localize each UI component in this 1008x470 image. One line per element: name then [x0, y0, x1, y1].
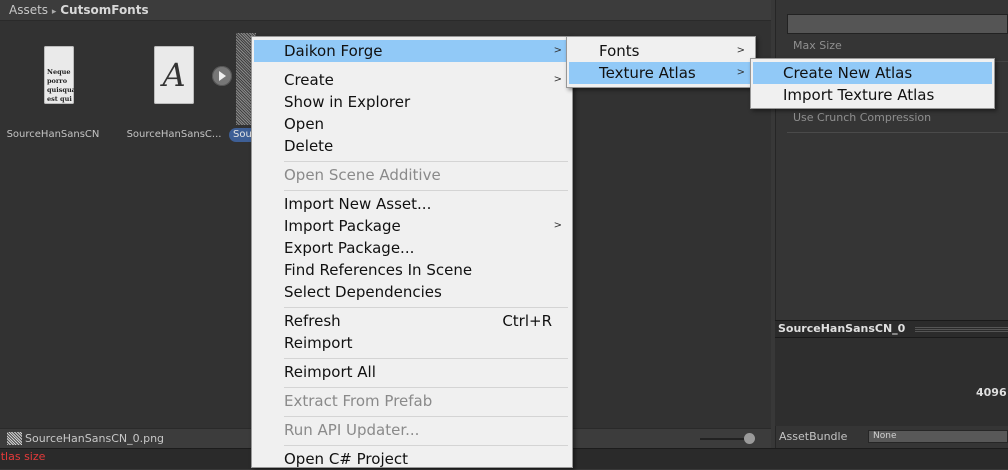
menu-item-extract-from-prefab: Extract From Prefab: [254, 390, 570, 412]
menu-separator: [284, 358, 568, 359]
asset-tile-font-1[interactable]: Neque porro quisquam est qui dolorem. So…: [7, 40, 99, 144]
breadcrumb-current[interactable]: CutsomFonts: [60, 3, 148, 17]
menu-item-label: Open: [284, 115, 325, 133]
texture-file-icon: [7, 432, 22, 445]
menu-item-find-references[interactable]: Find References In Scene: [254, 259, 570, 281]
texture-atlas-submenu: Create New Atlas Import Texture Atlas: [750, 58, 995, 109]
menu-item-open-csharp-project[interactable]: Open C# Project: [254, 448, 570, 470]
font-glyph-icon: A: [154, 46, 194, 104]
menu-item-label: Import New Asset...: [284, 195, 432, 213]
menu-item-import-new-asset[interactable]: Import New Asset...: [254, 193, 570, 215]
menu-separator: [284, 307, 568, 308]
daikon-forge-submenu: Fonts > Texture Atlas >: [566, 36, 756, 88]
menu-item-label: Open Scene Additive: [284, 166, 441, 184]
zoom-slider-thumb[interactable]: [744, 433, 755, 444]
font-preview-text: Neque porro quisquam est qui dolorem.: [47, 68, 74, 103]
menu-item-select-dependencies[interactable]: Select Dependencies: [254, 281, 570, 303]
asset-label: SourceHanSansC...: [126, 129, 222, 140]
menu-item-label: Reimport All: [284, 363, 376, 381]
menu-item-refresh[interactable]: Refresh Ctrl+R: [254, 310, 570, 332]
menu-item-daikon-forge[interactable]: Daikon Forge >: [254, 40, 570, 62]
assetbundle-label: AssetBundle: [779, 430, 848, 443]
menu-item-texture-atlas[interactable]: Texture Atlas >: [569, 62, 753, 84]
menu-item-label: Refresh: [284, 312, 341, 330]
menu-item-run-api-updater: Run API Updater...: [254, 419, 570, 441]
menu-item-create[interactable]: Create >: [254, 69, 570, 91]
menu-item-show-in-explorer[interactable]: Show in Explorer: [254, 91, 570, 113]
menu-item-label: Delete: [284, 137, 334, 155]
menu-item-label: Run API Updater...: [284, 421, 420, 439]
menu-separator: [284, 190, 568, 191]
font-glyph: A: [162, 56, 186, 94]
expand-arrow-icon[interactable]: [212, 66, 232, 86]
breadcrumb: Assets ▸ CutsomFonts: [0, 0, 771, 21]
preview-grip[interactable]: [915, 326, 1008, 332]
breadcrumb-separator-icon: ▸: [51, 7, 57, 17]
menu-item-create-new-atlas[interactable]: Create New Atlas: [753, 62, 992, 84]
menu-item-label: Reimport: [284, 334, 353, 352]
context-menu: Daikon Forge > Create > Show in Explorer O…: [251, 36, 573, 468]
preview-title: SourceHanSansCN_0: [778, 322, 906, 335]
menu-item-label: Create New Atlas: [783, 64, 913, 82]
asset-tile-font-2[interactable]: A SourceHanSansC...: [126, 40, 222, 144]
menu-item-label: Texture Atlas: [599, 64, 696, 82]
menu-item-label: Daikon Forge: [284, 42, 383, 60]
breadcrumb-root[interactable]: Assets: [9, 3, 48, 17]
zoom-slider-track[interactable]: [700, 438, 750, 440]
submenu-arrow-icon: >: [553, 74, 562, 85]
menu-item-fonts[interactable]: Fonts >: [569, 40, 753, 62]
menu-item-label: Extract From Prefab: [284, 392, 433, 410]
use-crunch-compression-label: Use Crunch Compression: [793, 111, 932, 124]
preview-area: [775, 338, 1008, 426]
menu-item-label: Open C# Project: [284, 450, 408, 468]
menu-item-label: Fonts: [599, 42, 640, 60]
status-message: atlas size: [0, 450, 46, 463]
menu-item-import-package[interactable]: Import Package >: [254, 215, 570, 237]
asset-label: SourceHanSansCN: [6, 129, 100, 140]
menu-item-open-scene-additive: Open Scene Additive: [254, 164, 570, 186]
submenu-arrow-icon: >: [553, 220, 562, 231]
preview-size-text: 4096: [976, 386, 1007, 399]
menu-item-label: Find References In Scene: [284, 261, 473, 279]
menu-item-label: Import Texture Atlas: [783, 86, 935, 104]
inspector-header-bar: [787, 14, 1008, 34]
menu-item-label: Show in Explorer: [284, 93, 411, 111]
menu-separator: [284, 161, 568, 162]
menu-item-reimport[interactable]: Reimport: [254, 332, 570, 354]
menu-item-label: Create: [284, 71, 334, 89]
menu-item-label: Export Package...: [284, 239, 415, 257]
preview-header: SourceHanSansCN_0: [775, 320, 1008, 338]
menu-separator: [284, 445, 568, 446]
menu-item-label: Select Dependencies: [284, 283, 442, 301]
menu-separator: [284, 387, 568, 388]
assetbundle-dropdown[interactable]: None: [868, 430, 1008, 443]
selected-file-name: SourceHanSansCN_0.png: [25, 432, 165, 445]
menu-item-delete[interactable]: Delete: [254, 135, 570, 157]
menu-item-shortcut: Ctrl+R: [502, 312, 552, 330]
submenu-arrow-icon: >: [736, 67, 745, 78]
inspector-section-line: [787, 132, 1008, 147]
submenu-arrow-icon: >: [553, 45, 562, 56]
menu-item-import-texture-atlas[interactable]: Import Texture Atlas: [753, 84, 992, 106]
menu-item-open[interactable]: Open: [254, 113, 570, 135]
assetbundle-value: None: [873, 431, 897, 441]
menu-item-label: Import Package: [284, 217, 401, 235]
selected-asset-text: Sou: [233, 129, 252, 140]
max-size-label: Max Size: [793, 39, 842, 52]
menu-item-reimport-all[interactable]: Reimport All: [254, 361, 570, 383]
menu-item-export-package[interactable]: Export Package...: [254, 237, 570, 259]
font-file-icon: Neque porro quisquam est qui dolorem.: [44, 46, 74, 104]
menu-separator: [284, 416, 568, 417]
submenu-arrow-icon: >: [736, 45, 745, 56]
